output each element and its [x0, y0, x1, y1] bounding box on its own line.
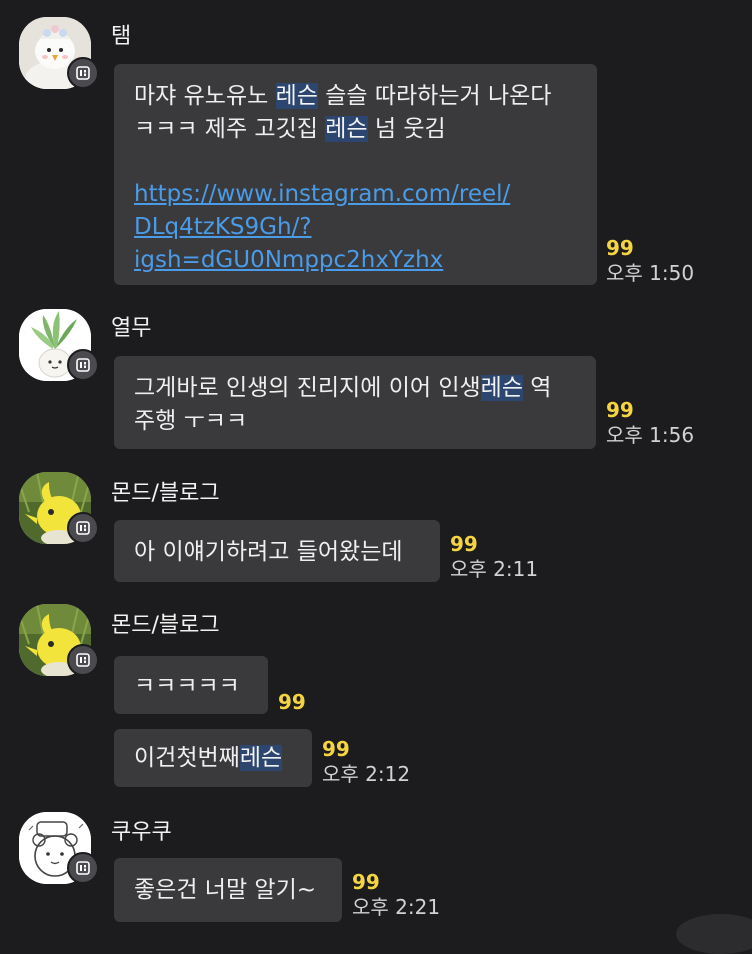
profile-badge-icon	[67, 349, 99, 381]
unread-count: 99	[450, 532, 478, 556]
sender-name: 쿠우쿠	[111, 820, 172, 845]
profile-badge-icon	[67, 512, 99, 544]
profile-badge-icon	[67, 644, 99, 676]
text-segment: 슬슬 따라하는거 나온다	[317, 83, 552, 109]
sender-name: 열무	[111, 316, 152, 341]
sender-avatar[interactable]	[19, 309, 99, 382]
message-text-line: 아 이얘기하려고 들어왔는데	[134, 536, 420, 569]
message-link[interactable]: https://www.instagram.com/reel/	[134, 178, 577, 211]
message-time: 오후 2:12	[322, 762, 411, 786]
text-segment: 아 이얘기하려고 들어왔는데	[134, 539, 403, 565]
unread-count: 99	[278, 690, 306, 714]
sender-name: 몬드/블로그	[111, 613, 220, 638]
chat-message-list[interactable]: 탬 마쟈 유노유노 레슨 슬슬 따라하는거 나온다 ㅋㅋㅋ 제주 고깃집 레슨 …	[0, 0, 752, 954]
search-highlight: 레슨	[275, 83, 318, 109]
sender-avatar[interactable]	[19, 17, 99, 90]
message-meta: 99	[278, 690, 306, 714]
sender-avatar[interactable]	[19, 812, 99, 885]
search-highlight: 레슨	[325, 116, 368, 142]
text-segment: ㅋㅋㅋㅋㅋ	[134, 673, 240, 699]
message-meta: 99 오후 2:21	[352, 870, 440, 920]
message-link[interactable]: DLq4tzKS9Gh/?	[134, 211, 577, 244]
message-bubble[interactable]: 이건첫번째레슨	[114, 729, 312, 787]
message-bubble[interactable]: 그게바로 인생의 진리지에 이어 인생레슨 역 주행 ㅜㅋㅋ	[114, 356, 596, 449]
message-meta: 99 오후 2:12	[322, 737, 410, 787]
profile-badge-icon	[67, 57, 99, 89]
message-link[interactable]: igsh=dGU0Nmppc2hxYzhx	[134, 244, 577, 277]
sender-avatar[interactable]	[19, 604, 99, 677]
sender-avatar[interactable]	[19, 472, 99, 545]
text-segment: 마쟈 유노유노	[134, 83, 276, 109]
text-segment: 넘 웃김	[367, 116, 446, 142]
message-bubble[interactable]: 마쟈 유노유노 레슨 슬슬 따라하는거 나온다 ㅋㅋㅋ 제주 고깃집 레슨 넘 …	[114, 64, 597, 285]
message-text-line: 마쟈 유노유노 레슨 슬슬 따라하는거 나온다	[134, 80, 577, 113]
message-text-line: ㅋㅋㅋ 제주 고깃집 레슨 넘 웃김	[134, 113, 577, 146]
text-segment: 이건첫번째	[134, 745, 240, 771]
unread-count: 99	[322, 737, 350, 761]
scroll-to-bottom-button[interactable]	[676, 914, 752, 954]
message-time: 오후 2:11	[450, 557, 539, 581]
text-segment: 역	[522, 375, 552, 401]
message-time: 오후 1:56	[606, 423, 695, 447]
text-segment: 좋은건 너말 알기~	[134, 877, 317, 903]
unread-count: 99	[606, 398, 634, 422]
message-text-line: 좋은건 너말 알기~	[134, 874, 322, 907]
text-segment: ㅋㅋㅋ 제주 고깃집	[134, 116, 326, 142]
message-bubble[interactable]: ㅋㅋㅋㅋㅋ	[114, 656, 268, 714]
sender-name: 탬	[111, 24, 132, 49]
search-highlight: 레슨	[239, 745, 283, 771]
message-text-line: ㅋㅋㅋㅋㅋ	[134, 670, 248, 703]
message-meta: 99 오후 1:56	[606, 398, 694, 448]
profile-badge-icon	[67, 852, 99, 884]
search-highlight: 레슨	[480, 375, 523, 401]
text-segment: 주행 ㅜㅋㅋ	[134, 408, 248, 434]
message-time: 오후 2:21	[352, 895, 441, 919]
message-time: 오후 1:50	[606, 261, 695, 285]
unread-count: 99	[606, 236, 634, 260]
message-meta: 99 오후 1:50	[606, 236, 694, 286]
unread-count: 99	[352, 870, 380, 894]
message-meta: 99 오후 2:11	[450, 532, 538, 582]
line-spacer	[134, 146, 577, 178]
sender-name: 몬드/블로그	[111, 481, 220, 506]
text-segment: 그게바로 인생의 진리지에 이어 인생	[134, 375, 481, 401]
message-bubble[interactable]: 아 이얘기하려고 들어왔는데	[114, 520, 440, 582]
message-text-line: 주행 ㅜㅋㅋ	[134, 405, 576, 438]
message-bubble[interactable]: 좋은건 너말 알기~	[114, 858, 342, 922]
message-text-line: 그게바로 인생의 진리지에 이어 인생레슨 역	[134, 372, 576, 405]
message-text-line: 이건첫번째레슨	[134, 742, 292, 775]
